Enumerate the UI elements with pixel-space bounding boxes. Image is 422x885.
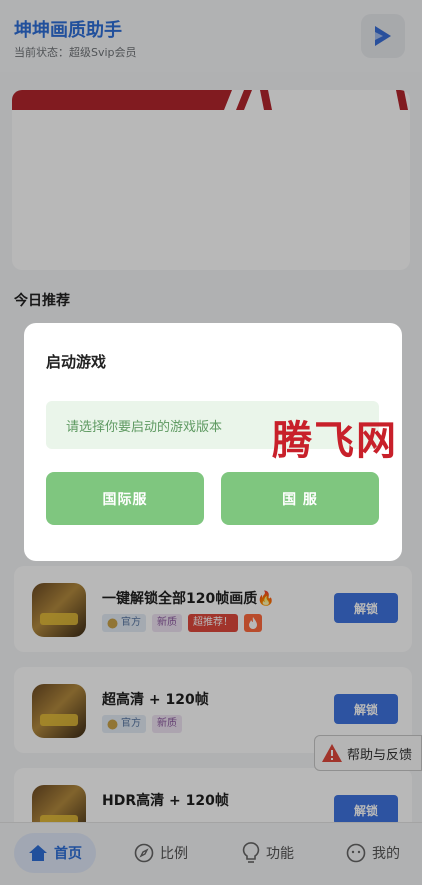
domestic-server-button[interactable]: 国 服	[221, 472, 379, 525]
app-screen: 坤坤画质助手 当前状态：超级Svip会员 今日推荐 一键解锁全部120帧画质🔥 …	[0, 0, 422, 885]
watermark-logo: 腾飞网	[272, 417, 398, 464]
dialog-title: 启动游戏	[46, 353, 107, 371]
international-server-button[interactable]: 国际服	[46, 472, 204, 525]
